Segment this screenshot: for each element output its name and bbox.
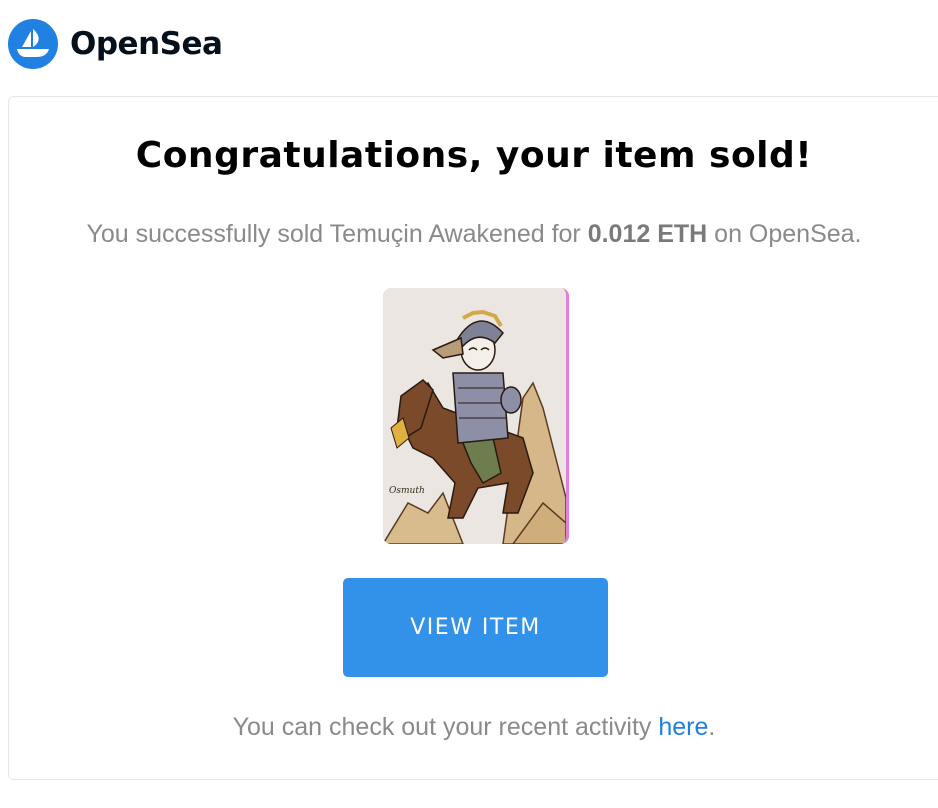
page-title: Congratulations, your item sold! bbox=[135, 135, 813, 176]
sale-message: You successfully sold Temuçin Awakened f… bbox=[9, 220, 938, 249]
opensea-logo-icon[interactable] bbox=[8, 19, 58, 69]
recent-activity-suffix: . bbox=[708, 713, 716, 741]
recent-activity-link[interactable]: here bbox=[658, 713, 708, 741]
email-header: OpenSea bbox=[8, 19, 223, 69]
sale-message-suffix: on OpenSea. bbox=[707, 220, 862, 248]
sale-message-prefix: You successfully sold Temuçin Awakened f… bbox=[86, 220, 588, 248]
nft-image[interactable]: Osmuth bbox=[383, 288, 569, 544]
brand-name[interactable]: OpenSea bbox=[70, 26, 223, 62]
svg-text:Osmuth: Osmuth bbox=[389, 486, 425, 496]
recent-activity-prefix: You can check out your recent activity bbox=[232, 713, 659, 741]
view-item-button[interactable]: VIEW ITEM bbox=[343, 578, 608, 677]
recent-activity-text: You can check out your recent activity h… bbox=[9, 713, 938, 742]
sale-price: 0.012 ETH bbox=[587, 220, 708, 248]
sale-notification-card: Congratulations, your item sold! You suc… bbox=[8, 96, 938, 780]
